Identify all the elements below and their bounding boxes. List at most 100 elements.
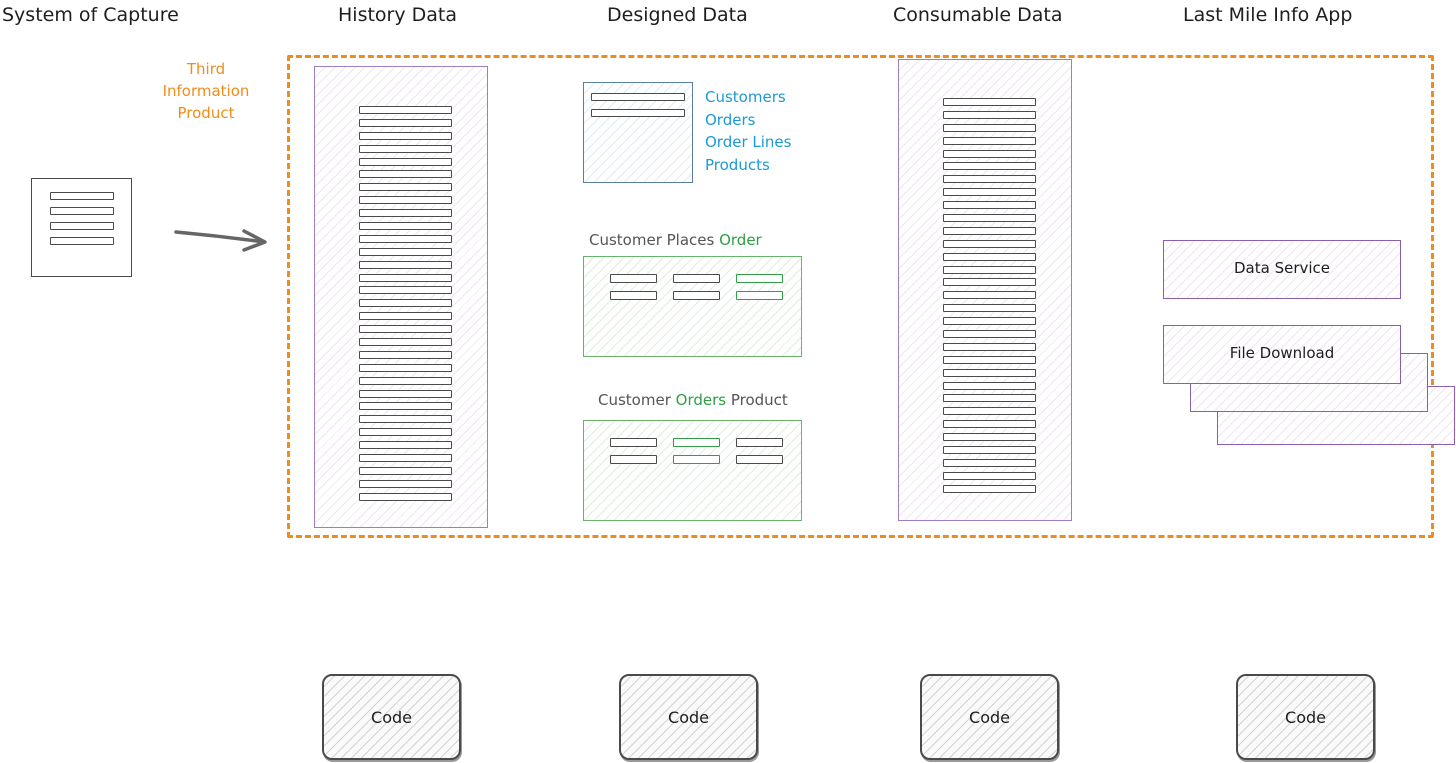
table-row [673, 274, 720, 283]
table-row [591, 109, 685, 117]
table-row [943, 188, 1036, 197]
code-label: Code [668, 708, 709, 727]
customer-places-order-box [583, 256, 802, 357]
table-row [943, 162, 1036, 171]
third-label-line-3: Product [177, 104, 235, 122]
table-row [943, 342, 1036, 351]
table-row [943, 381, 1036, 390]
table-row [943, 136, 1036, 145]
entity-orders: Orders [705, 110, 756, 129]
table-row [359, 325, 452, 334]
table-row [359, 402, 452, 411]
table-row [943, 458, 1036, 467]
table-row [50, 207, 114, 215]
code-label: Code [371, 708, 412, 727]
table-row [359, 428, 452, 437]
code-box-history: Code [322, 674, 461, 760]
table-row [736, 455, 783, 464]
table-row [359, 209, 452, 218]
system-of-capture-table [31, 178, 132, 277]
table-row [736, 438, 783, 447]
table-row [359, 286, 452, 295]
entity-table-rows [591, 93, 685, 117]
table-row [943, 110, 1036, 119]
title-last-mile-info-app: Last Mile Info App [1183, 4, 1353, 26]
entity-list: Customers Orders Order Lines Products [705, 86, 791, 176]
table-row [359, 183, 452, 192]
table-row [359, 157, 452, 166]
table-row [736, 291, 783, 300]
table-row [359, 350, 452, 359]
consumable-data-panel [898, 59, 1072, 521]
table-row [736, 274, 783, 283]
code-label: Code [1285, 708, 1326, 727]
table-row [943, 265, 1036, 274]
entity-customers: Customers [705, 88, 786, 106]
file-download-label: File Download [1229, 344, 1335, 362]
table-row [359, 466, 452, 475]
table-row [359, 338, 452, 347]
table-row [359, 234, 452, 243]
third-label-line-2: Information [162, 82, 250, 100]
table-row [943, 446, 1036, 455]
table-row [359, 376, 452, 385]
table-row [591, 93, 685, 101]
table-row [359, 144, 452, 153]
table-row [359, 492, 452, 501]
data-service-label: Data Service [1233, 259, 1331, 277]
label-highlight: Orders [675, 391, 727, 409]
table-row [943, 252, 1036, 261]
table-row [359, 260, 452, 269]
table-row [610, 455, 657, 464]
title-system-of-capture: System of Capture [2, 4, 179, 26]
table-row [610, 438, 657, 447]
table-row [943, 433, 1036, 442]
table-row [359, 441, 452, 450]
title-history-data: History Data [338, 4, 458, 26]
table-row [943, 368, 1036, 377]
entity-products: Products [705, 155, 770, 174]
customer-orders-product-box [583, 420, 802, 521]
title-consumable-data: Consumable Data [893, 4, 1063, 26]
table-row [359, 247, 452, 256]
table-row [359, 415, 452, 424]
table-row [943, 123, 1036, 132]
table-row [943, 407, 1036, 416]
table-row [943, 226, 1036, 235]
system-of-capture-rows [50, 192, 114, 245]
entity-order-lines: Order Lines [705, 133, 792, 151]
customer-orders-product-label: Customer Orders Product [598, 391, 788, 409]
table-row [943, 201, 1036, 210]
table-row [359, 363, 452, 372]
code-box-consumable: Code [920, 674, 1059, 760]
table-row [359, 479, 452, 488]
third-information-product-label: Third Information Product [150, 58, 262, 124]
third-label-line-1: Third [186, 60, 226, 78]
table-row [673, 291, 720, 300]
table-row [943, 330, 1036, 339]
table-row [50, 237, 114, 245]
table-row [50, 192, 114, 200]
table-row [50, 222, 114, 230]
table-row [943, 304, 1036, 313]
history-data-rows [359, 106, 452, 501]
table-row [673, 455, 720, 464]
label-highlight: Order [719, 231, 762, 249]
label-prefix: Customer [598, 391, 676, 409]
table-row [359, 196, 452, 205]
customer-orders-product-grid [610, 438, 783, 464]
table-row [943, 214, 1036, 223]
code-label: Code [969, 708, 1010, 727]
table-row [943, 484, 1036, 493]
history-data-panel [314, 66, 488, 528]
code-box-last-mile: Code [1236, 674, 1375, 760]
table-row [943, 394, 1036, 403]
table-row [943, 317, 1036, 326]
customer-places-order-label: Customer Places Order [589, 231, 762, 249]
customer-places-order-grid [610, 274, 783, 300]
table-row [943, 175, 1036, 184]
table-row [943, 239, 1036, 248]
table-row [359, 131, 452, 140]
entity-table [583, 82, 693, 183]
table-row [359, 299, 452, 308]
